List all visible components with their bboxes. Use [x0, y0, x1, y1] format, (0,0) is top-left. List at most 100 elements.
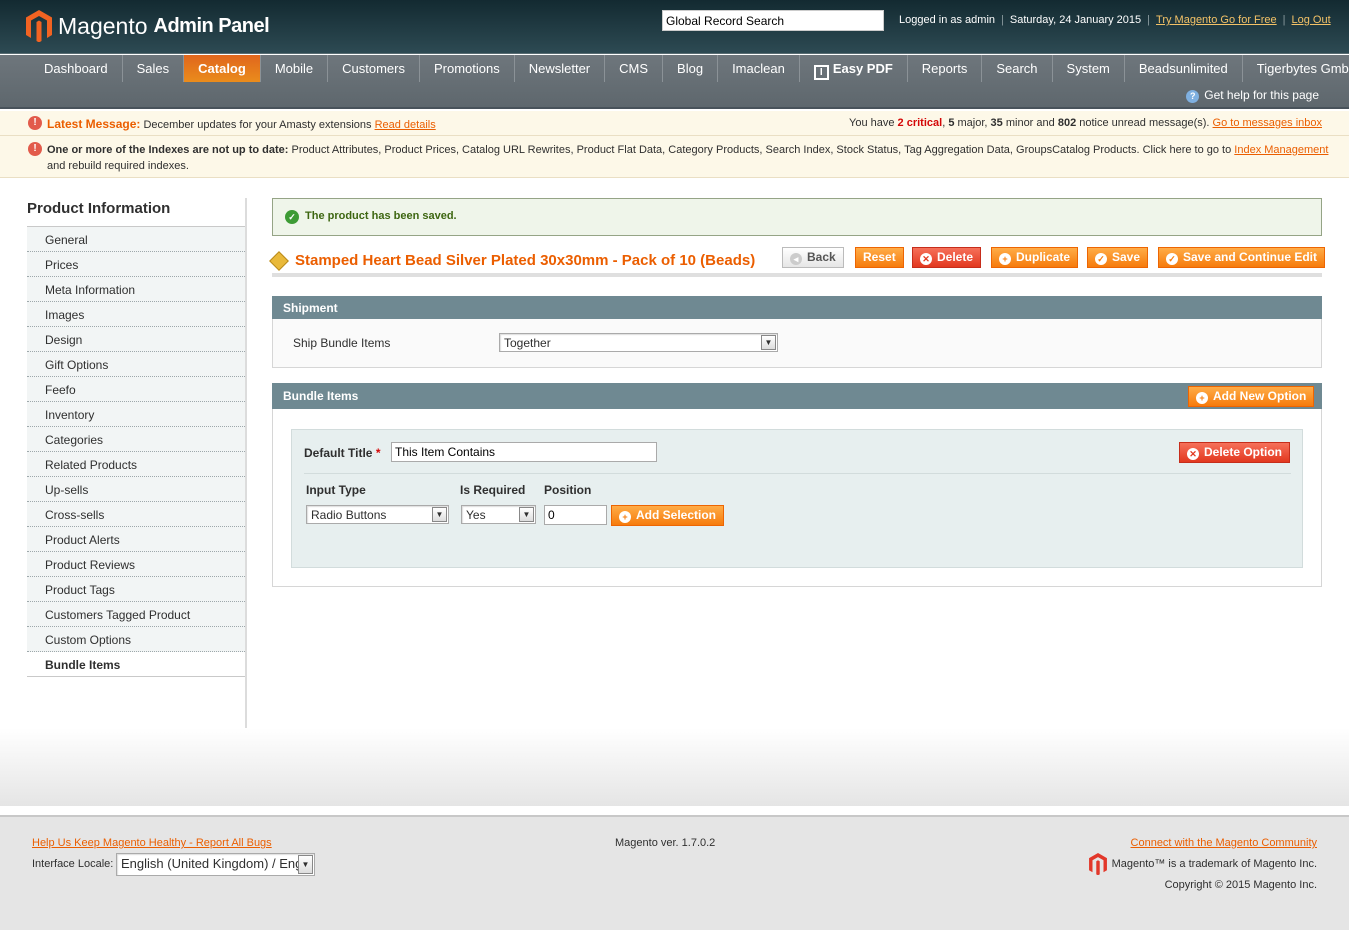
index-management-link[interactable]: Index Management [1234, 144, 1328, 156]
check-icon: ✓ [1166, 253, 1178, 265]
sidebar-item-bundle-items[interactable]: Bundle Items [27, 652, 245, 677]
sidebar-item-categories[interactable]: Categories [27, 427, 245, 452]
save-button[interactable]: ✓ Save [1087, 247, 1149, 268]
locale-select[interactable]: English (United Kingdom) / Engl ▼ [116, 853, 315, 876]
sidebar-item-general[interactable]: General [27, 227, 245, 252]
nav-blog[interactable]: Blog [663, 55, 719, 82]
sidebar-item-custom-options[interactable]: Custom Options [27, 627, 245, 652]
messages-inbox-link[interactable]: Go to messages inbox [1213, 117, 1322, 129]
delete-option-button[interactable]: ✕ Delete Option [1179, 442, 1291, 463]
bundle-items-header: Bundle Items [272, 383, 1322, 409]
sidebar-item-cross-sells[interactable]: Cross-sells [27, 502, 245, 527]
ship-bundle-items-select[interactable]: Together ▼ [499, 333, 778, 352]
sidebar-item-meta-information[interactable]: Meta Information [27, 277, 245, 302]
delete-icon: ✕ [1187, 448, 1199, 460]
shipment-header: Shipment [272, 296, 1322, 319]
input-type-label: Input Type [306, 483, 366, 497]
index-message-tail: and rebuild required indexes. [47, 160, 189, 172]
reset-button[interactable]: Reset [855, 247, 904, 268]
check-icon: ✓ [285, 210, 299, 224]
position-input[interactable] [544, 505, 607, 525]
nav-sales[interactable]: Sales [123, 55, 185, 82]
nav-customers[interactable]: Customers [328, 55, 420, 82]
default-title-label: Default Title * [304, 446, 381, 460]
sidebar-item-related-products[interactable]: Related Products [27, 452, 245, 477]
nav-cms[interactable]: CMS [605, 55, 664, 82]
logo[interactable]: Magento Admin Panel [26, 10, 270, 42]
nav-imaclean[interactable]: Imaclean [718, 55, 800, 82]
locale-label: Interface Locale: [32, 858, 114, 870]
sidebar-item-prices[interactable]: Prices [27, 252, 245, 277]
back-arrow-icon: ◂ [790, 253, 802, 265]
save-and-continue-button[interactable]: ✓ Save and Continue Edit [1158, 247, 1326, 268]
easy-pdf-icon: I [813, 65, 829, 80]
default-title-input[interactable] [391, 442, 657, 462]
trademark-text: Magento™ is a trademark of Magento Inc. [1111, 858, 1317, 870]
nav-dashboard[interactable]: Dashboard [30, 55, 123, 82]
logout-link[interactable]: Log Out [1292, 14, 1331, 26]
footer: Help Us Keep Magento Healthy - Report Al… [0, 815, 1349, 930]
is-required-select[interactable]: Yes ▼ [461, 505, 536, 524]
sidebar-item-feefo[interactable]: Feefo [27, 377, 245, 402]
error-icon: ! [28, 142, 42, 156]
sidebar-item-product-alerts[interactable]: Product Alerts [27, 527, 245, 552]
index-message: ! One or more of the Indexes are not up … [0, 137, 1349, 178]
community-link[interactable]: Connect with the Magento Community [1131, 837, 1317, 849]
global-search-input[interactable] [662, 10, 884, 31]
error-icon: ! [28, 116, 42, 130]
delete-icon: ✕ [920, 253, 932, 265]
nav-system[interactable]: System [1053, 55, 1125, 82]
latest-message-text: December updates for your Amasty extensi… [143, 119, 372, 131]
sidebar-item-product-tags[interactable]: Product Tags [27, 577, 245, 602]
nav-easy-pdf[interactable]: I Easy PDF [800, 55, 908, 82]
sidebar-item-product-reviews[interactable]: Product Reviews [27, 552, 245, 577]
index-message-label: One or more of the Indexes are not up to… [47, 144, 289, 156]
nav-catalog[interactable]: Catalog [184, 55, 261, 82]
sidebar-item-images[interactable]: Images [27, 302, 245, 327]
footer-separator [0, 806, 1349, 815]
success-text: The product has been saved. [305, 210, 457, 222]
nav-beadsunlimited[interactable]: Beadsunlimited [1125, 55, 1243, 82]
magento-logo-icon [1089, 853, 1107, 875]
position-label: Position [544, 483, 592, 497]
logged-in-text: Logged in as admin [899, 14, 996, 26]
nav-newsletter[interactable]: Newsletter [515, 55, 606, 82]
help-icon: ? [1186, 90, 1200, 103]
page-bottom-gradient [0, 728, 1349, 806]
product-tabs-sidebar: Product Information General Prices Meta … [27, 198, 247, 728]
nav-reports[interactable]: Reports [908, 55, 983, 82]
logo-word: Magento [58, 12, 148, 39]
sidebar-title: Product Information [27, 198, 245, 227]
input-type-select[interactable]: Radio Buttons ▼ [306, 505, 449, 524]
nav-promotions[interactable]: Promotions [420, 55, 515, 82]
sidebar-item-customers-tagged-product[interactable]: Customers Tagged Product [27, 602, 245, 627]
try-magento-go-link[interactable]: Try Magento Go for Free [1156, 14, 1277, 26]
delete-button[interactable]: ✕ Delete [912, 247, 982, 268]
latest-message: ! Latest Message: December updates for y… [0, 111, 1349, 136]
back-button[interactable]: ◂ Back [782, 247, 844, 268]
magento-logo-icon [26, 10, 52, 42]
chevron-down-icon: ▼ [519, 507, 534, 522]
divider [304, 473, 1291, 474]
index-message-text: Product Attributes, Product Prices, Cata… [291, 144, 1232, 156]
duplicate-button[interactable]: + Duplicate [991, 247, 1079, 268]
bundle-option: Default Title * ✕Delete Option Input Typ… [291, 429, 1303, 568]
is-required-label: Is Required [460, 483, 526, 497]
header: Magento Admin Panel Logged in as admin|S… [0, 0, 1349, 54]
nav-mobile[interactable]: Mobile [261, 55, 329, 82]
copyright-text: Copyright © 2015 Magento Inc. [1164, 879, 1317, 891]
nav-search[interactable]: Search [982, 55, 1053, 82]
chevron-down-icon: ▼ [761, 335, 776, 350]
help-label: Get help for this page [1204, 88, 1319, 102]
sidebar-item-design[interactable]: Design [27, 327, 245, 352]
sidebar-item-up-sells[interactable]: Up-sells [27, 477, 245, 502]
read-details-link[interactable]: Read details [375, 119, 436, 131]
sidebar-item-gift-options[interactable]: Gift Options [27, 352, 245, 377]
add-selection-button[interactable]: + Add Selection [611, 505, 725, 526]
report-bugs-link[interactable]: Help Us Keep Magento Healthy - Report Al… [32, 837, 272, 849]
product-cube-icon [269, 250, 289, 271]
help-link[interactable]: ? Get help for this page [1186, 88, 1319, 103]
add-new-option-button[interactable]: + Add New Option [1188, 386, 1315, 407]
nav-tigerbytes[interactable]: Tigerbytes GmbH [1243, 55, 1349, 82]
sidebar-item-inventory[interactable]: Inventory [27, 402, 245, 427]
